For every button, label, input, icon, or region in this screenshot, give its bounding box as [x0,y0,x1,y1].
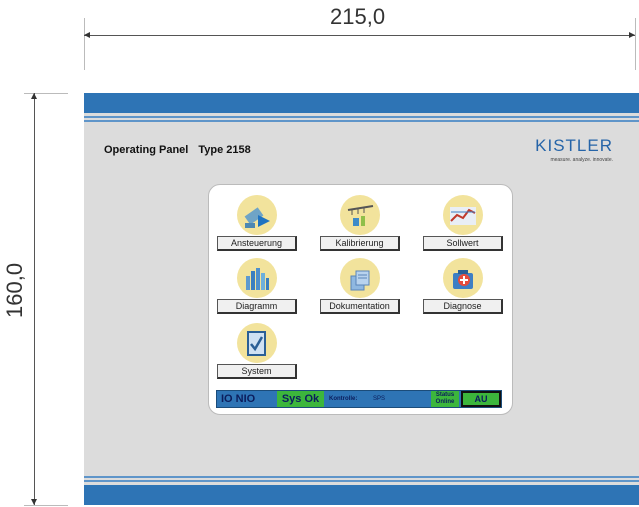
logo-brand: KISTLER [535,136,613,155]
io-status: IO NIO [221,393,256,405]
menu-tile-kalibrierung[interactable]: Kalibrierung [320,195,400,255]
menu-tile-dokumentation[interactable]: Dokumentation [320,258,400,318]
width-dimension-label: 215,0 [330,4,386,29]
touch-screen: Ansteuerung Kalibrierung Sollwert Diagra… [208,184,513,415]
logo-tagline: measure. analyze. innovate. [550,157,613,163]
dimension-guide-left [84,18,85,70]
diagram-icon [237,258,277,298]
kontrolle-value: SPS [373,396,386,402]
diagramm-button[interactable]: Diagramm [217,299,297,314]
ansteuerung-button[interactable]: Ansteuerung [217,236,297,251]
dokumentation-button[interactable]: Dokumentation [320,299,400,314]
status-label: Status [435,392,455,398]
panel-title-text: Operating Panel [104,144,189,156]
bottom-stripe-2 [84,476,639,478]
menu-tile-diagnose[interactable]: Diagnose [423,258,503,318]
dimension-guide-right [635,18,636,70]
top-stripe-2 [84,120,639,122]
top-band [84,93,639,113]
kontrolle-label: Kontrolle: [329,396,358,402]
kistler-logo: KISTLER measure. analyze. innovate. [535,136,613,163]
bottom-band [84,485,639,505]
top-stripe [84,116,639,118]
documentation-icon [340,258,380,298]
bottom-stripe [84,480,639,482]
menu-tile-diagramm[interactable]: Diagramm [217,258,297,318]
dimension-guide-bottom [24,505,68,506]
panel-type: Type 2158 [198,144,251,156]
sys-status: Sys Ok [277,391,324,407]
control-icon [237,195,277,235]
menu-tile-sollwert[interactable]: Sollwert [423,195,503,255]
online-status: Status Online [431,391,459,407]
status-value: Online [435,399,455,405]
diagnose-icon [443,258,483,298]
status-bar: IO NIO Sys Ok Kontrolle: SPS Status Onli… [216,390,502,408]
width-dimension-line [84,29,635,41]
height-dimension-line [28,93,40,505]
operating-panel: Operating Panel Type 2158 KISTLER measure… [84,93,639,505]
calibration-icon [340,195,380,235]
kalibrierung-button[interactable]: Kalibrierung [320,236,400,251]
setpoint-icon [443,195,483,235]
diagnose-button[interactable]: Diagnose [423,299,503,314]
panel-title: Operating Panel Type 2158 [104,144,251,156]
sollwert-button[interactable]: Sollwert [423,236,503,251]
system-button[interactable]: System [217,364,297,379]
height-dimension-label: 160,0 [2,262,27,318]
menu-tile-ansteuerung[interactable]: Ansteuerung [217,195,297,255]
menu-tile-system[interactable]: System [217,323,297,383]
mode-au-button[interactable]: AU [461,391,501,407]
system-icon [237,323,277,363]
